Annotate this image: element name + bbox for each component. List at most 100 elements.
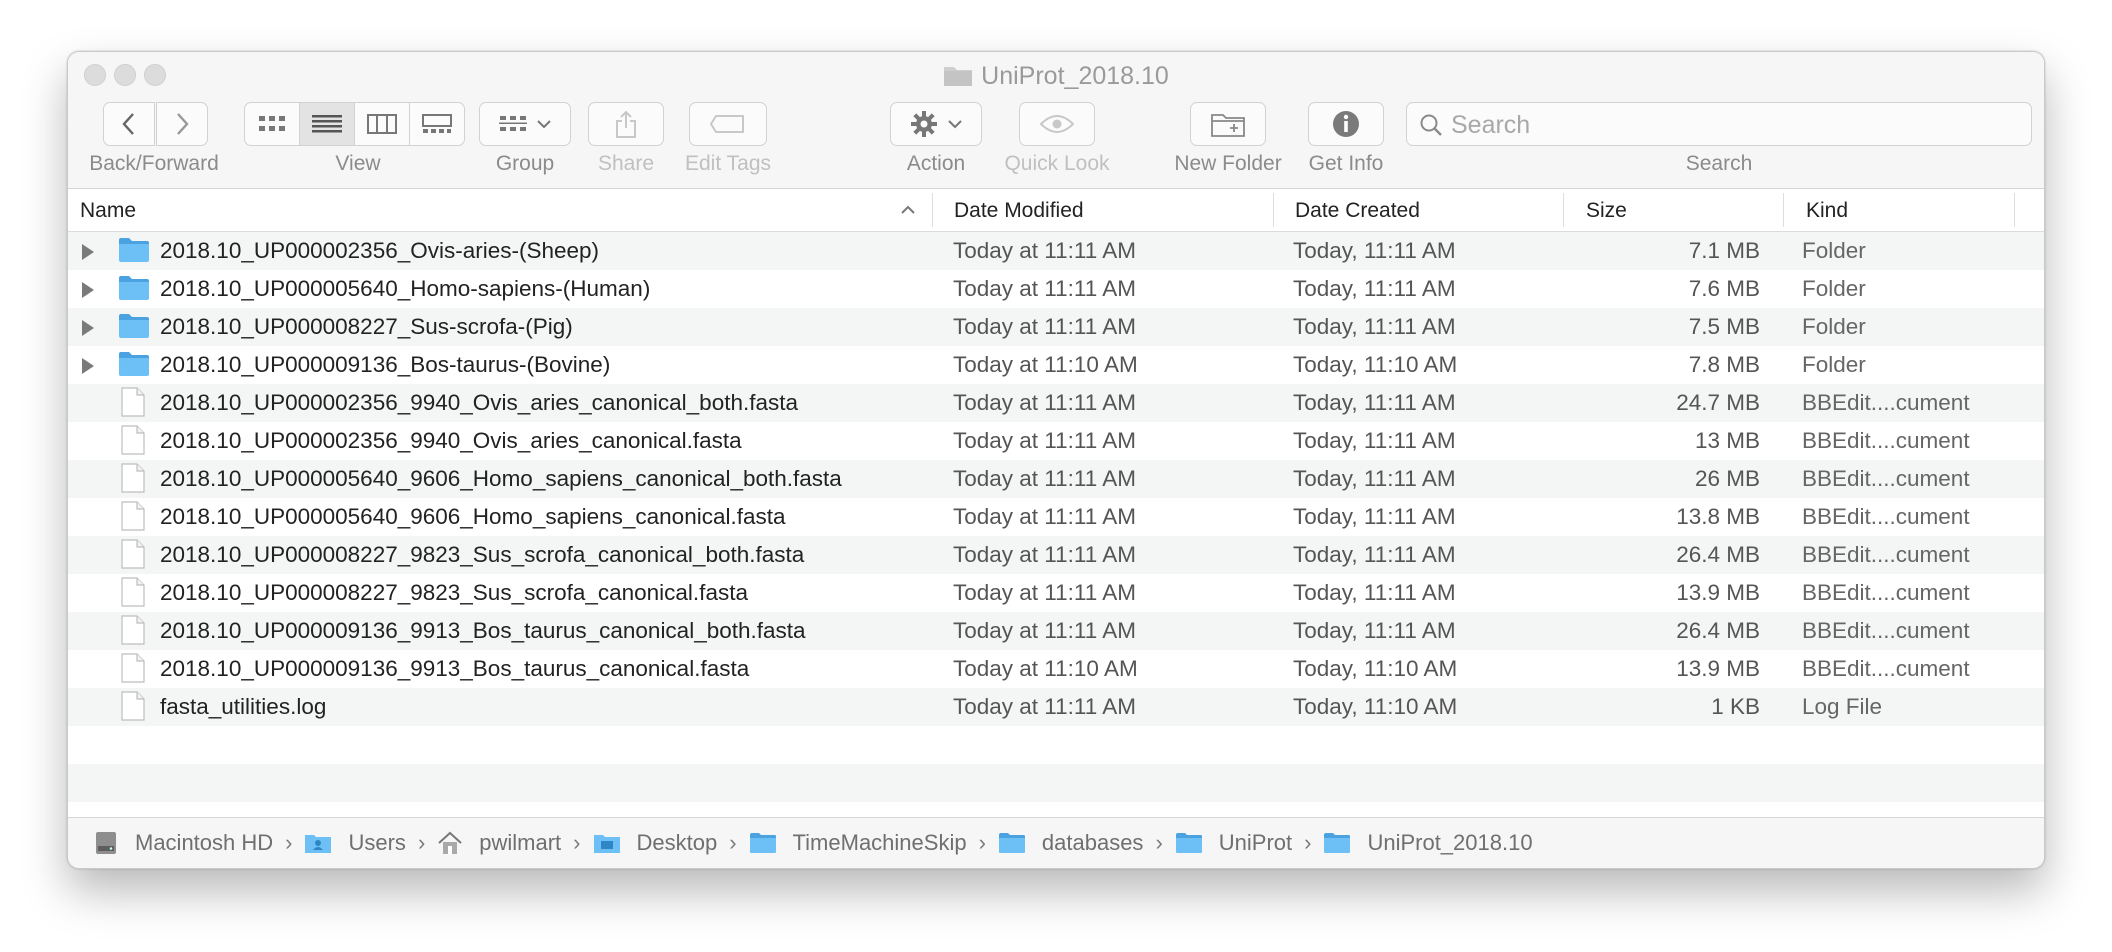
- disclosure-triangle-icon[interactable]: [82, 320, 94, 336]
- column-name-header[interactable]: Name: [80, 199, 136, 223]
- date-created: Today, 11:11 AM: [1293, 314, 1456, 339]
- path-crumb[interactable]: Users: [304, 830, 406, 856]
- file-row[interactable]: 2018.10_UP000005640_9606_Homo_sapiens_ca…: [68, 498, 2044, 536]
- file-size: 13.9 MB: [1676, 580, 1760, 605]
- file-row[interactable]: fasta_utilities.log Today at 11:11 AM Toda…: [68, 688, 2044, 726]
- file-row[interactable]: 2018.10_UP000002356_9940_Ovis_aries_cano…: [68, 422, 2044, 460]
- quick-look-button[interactable]: [1019, 102, 1095, 146]
- path-crumb-label: UniProt: [1218, 830, 1293, 855]
- path-crumb[interactable]: TimeMachineSkip: [749, 830, 967, 856]
- file-row[interactable]: 2018.10_UP000008227_9823_Sus_scrofa_cano…: [68, 574, 2044, 612]
- back-button[interactable]: [103, 102, 155, 146]
- column-divider[interactable]: [1563, 193, 1564, 227]
- get-info-button[interactable]: [1308, 102, 1384, 146]
- group-label: Group: [495, 152, 555, 175]
- column-divider[interactable]: [932, 193, 933, 227]
- path-crumb[interactable]: UniProt: [1175, 830, 1292, 856]
- file-row[interactable]: 2018.10_UP000005640_Homo-sapiens-(Human)…: [68, 270, 2044, 308]
- disclosure-triangle-icon[interactable]: [82, 244, 94, 260]
- column-view-button[interactable]: [354, 102, 410, 146]
- file-name[interactable]: fasta_utilities.log: [160, 694, 326, 720]
- file-name[interactable]: 2018.10_UP000009136_Bos-taurus-(Bovine): [160, 352, 610, 378]
- finder-window: UniProt_2018.10 Back/Forward View Group: [67, 51, 2045, 869]
- group-button[interactable]: [479, 102, 571, 146]
- file-row[interactable]: 2018.10_UP000009136_9913_Bos_taurus_cano…: [68, 612, 2044, 650]
- column-size-header[interactable]: Size: [1586, 199, 1627, 223]
- disclosure-triangle-icon[interactable]: [82, 358, 94, 374]
- file-name[interactable]: 2018.10_UP000008227_Sus-scrofa-(Pig): [160, 314, 573, 340]
- group-icon: [499, 116, 527, 131]
- back-forward-label: Back/Forward: [89, 152, 219, 175]
- document-icon: [120, 501, 146, 537]
- folder-icon: [118, 351, 150, 383]
- file-row[interactable]: 2018.10_UP000009136_9913_Bos_taurus_cano…: [68, 650, 2044, 688]
- column-kind-header[interactable]: Kind: [1806, 199, 1848, 223]
- file-name[interactable]: 2018.10_UP000008227_9823_Sus_scrofa_cano…: [160, 542, 804, 568]
- file-row[interactable]: 2018.10_UP000005640_9606_Homo_sapiens_ca…: [68, 460, 2044, 498]
- path-separator-icon: ›: [285, 830, 293, 855]
- view-label: View: [335, 152, 381, 175]
- sort-ascending-icon[interactable]: [900, 205, 916, 215]
- file-size: 7.8 MB: [1688, 352, 1760, 377]
- file-name[interactable]: 2018.10_UP000005640_Homo-sapiens-(Human): [160, 276, 650, 302]
- column-header: Name Date Modified Date Created Size Kin…: [68, 189, 2044, 232]
- gallery-view-button[interactable]: [409, 102, 465, 146]
- file-name[interactable]: 2018.10_UP000009136_9913_Bos_taurus_cano…: [160, 656, 749, 682]
- date-created: Today, 11:11 AM: [1293, 428, 1456, 453]
- folder-icon: [118, 313, 150, 345]
- edit-tags-button[interactable]: [689, 102, 767, 146]
- file-name[interactable]: 2018.10_UP000002356_9940_Ovis_aries_cano…: [160, 428, 742, 454]
- column-date-created-header[interactable]: Date Created: [1295, 199, 1420, 223]
- path-crumb-label: Desktop: [636, 830, 718, 855]
- folder-icon: [118, 275, 150, 307]
- file-size: 26.4 MB: [1676, 618, 1760, 643]
- path-separator-icon: ›: [978, 830, 986, 855]
- share-icon: [616, 110, 636, 138]
- folder-icon: [998, 832, 1034, 854]
- path-crumb[interactable]: pwilmart: [437, 830, 561, 856]
- date-modified: Today at 11:10 AM: [953, 352, 1138, 377]
- new-folder-button[interactable]: [1190, 102, 1266, 146]
- path-crumb[interactable]: UniProt_2018.10: [1323, 830, 1533, 856]
- column-divider[interactable]: [2014, 193, 2015, 227]
- date-modified: Today at 11:11 AM: [953, 618, 1137, 643]
- date-modified: Today at 11:11 AM: [953, 314, 1137, 339]
- file-name[interactable]: 2018.10_UP000008227_9823_Sus_scrofa_cano…: [160, 580, 748, 606]
- new-folder-label: New Folder: [1174, 152, 1282, 175]
- date-created: Today, 11:11 AM: [1293, 504, 1456, 529]
- column-divider[interactable]: [1273, 193, 1274, 227]
- column-divider[interactable]: [1783, 193, 1784, 227]
- path-crumb[interactable]: Macintosh HD: [93, 830, 273, 856]
- share-button[interactable]: [588, 102, 664, 146]
- file-kind: Folder: [1802, 238, 1866, 263]
- file-row[interactable]: 2018.10_UP000008227_9823_Sus_scrofa_cano…: [68, 536, 2044, 574]
- action-button[interactable]: [890, 102, 982, 146]
- file-name[interactable]: 2018.10_UP000005640_9606_Homo_sapiens_ca…: [160, 504, 786, 530]
- file-name[interactable]: 2018.10_UP000002356_9940_Ovis_aries_cano…: [160, 390, 798, 416]
- file-row[interactable]: 2018.10_UP000009136_Bos-taurus-(Bovine) T…: [68, 346, 2044, 384]
- disclosure-triangle-icon[interactable]: [82, 282, 94, 298]
- file-row[interactable]: 2018.10_UP000002356_Ovis-aries-(Sheep) To…: [68, 232, 2044, 270]
- file-name[interactable]: 2018.10_UP000009136_9913_Bos_taurus_cano…: [160, 618, 806, 644]
- empty-row: [68, 726, 2044, 764]
- file-row[interactable]: 2018.10_UP000008227_Sus-scrofa-(Pig) Toda…: [68, 308, 2044, 346]
- path-separator-icon: ›: [1155, 830, 1163, 855]
- file-kind: Folder: [1802, 276, 1866, 301]
- date-modified: Today at 11:11 AM: [953, 276, 1137, 301]
- users-folder-icon: [304, 832, 340, 854]
- list-view-button[interactable]: [299, 102, 355, 146]
- file-name[interactable]: 2018.10_UP000002356_Ovis-aries-(Sheep): [160, 238, 599, 264]
- file-kind: Log File: [1802, 694, 1883, 719]
- file-row[interactable]: 2018.10_UP000002356_9940_Ovis_aries_cano…: [68, 384, 2044, 422]
- forward-button[interactable]: [156, 102, 208, 146]
- path-crumb[interactable]: databases: [998, 830, 1143, 856]
- file-size: 7.1 MB: [1688, 238, 1760, 263]
- search-field[interactable]: Search: [1406, 102, 2032, 146]
- file-name[interactable]: 2018.10_UP000005640_9606_Homo_sapiens_ca…: [160, 466, 842, 492]
- file-kind: BBEdit....cument: [1802, 466, 1970, 491]
- path-crumb[interactable]: Desktop: [593, 830, 718, 856]
- column-date-modified-header[interactable]: Date Modified: [954, 199, 1084, 223]
- date-modified: Today at 11:11 AM: [953, 238, 1137, 263]
- icon-view-button[interactable]: [244, 102, 300, 146]
- file-kind: BBEdit....cument: [1802, 390, 1970, 415]
